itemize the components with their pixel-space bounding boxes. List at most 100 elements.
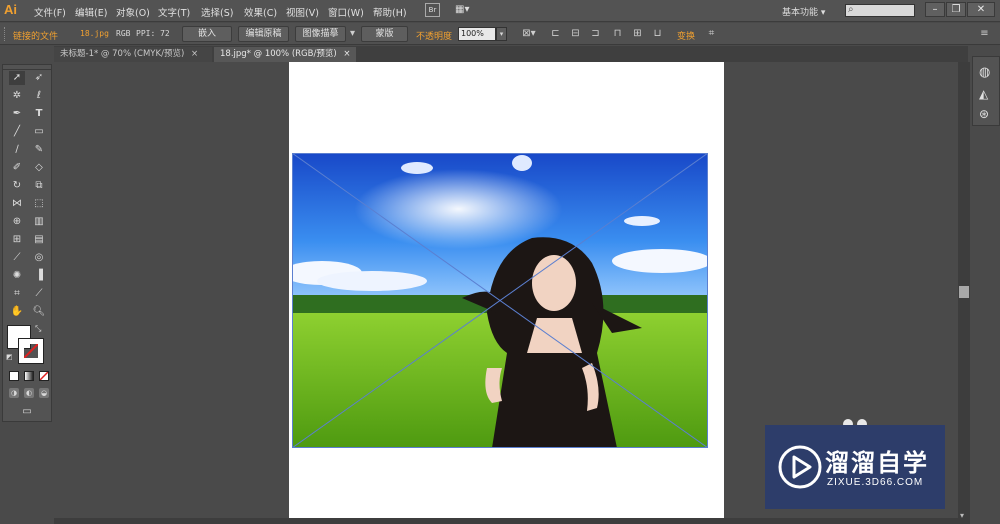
pencil-tool-icon[interactable]: ✎ (31, 143, 47, 157)
column-graph-tool-icon[interactable]: ▐ (31, 269, 47, 283)
shape-builder-tool-icon[interactable]: ⊕ (9, 215, 25, 229)
free-transform-tool-icon[interactable]: ⬚ (31, 197, 47, 211)
tools-panel: ➚ ➶ ✲ ℓ ✒ T ╱ ▭ ∕ ✎ ✐ ◇ ↻ ⧉ ⋈ ⬚ ⊕ ▥ ⊞ ▤ … (2, 64, 52, 422)
search-icon: ⌕ (848, 4, 854, 15)
control-bar: 链接的文件 18.jpg RGB PPI: 72 嵌入 编辑原稿 图像描摹 ▾ … (0, 23, 1000, 45)
edit-original-button[interactable]: 编辑原稿 (238, 26, 289, 42)
menu-object[interactable]: 对象(O) (116, 5, 150, 19)
tab-close-icon[interactable]: × (343, 49, 350, 59)
tab-close-icon[interactable]: × (191, 49, 198, 59)
restore-button[interactable]: ❐ (946, 2, 966, 17)
opacity-dropdown-icon[interactable]: ▾ (496, 27, 507, 41)
stroke-swatch[interactable] (18, 338, 44, 364)
mesh-tool-icon[interactable]: ⊞ (9, 233, 25, 247)
eraser-tool-icon[interactable]: ◇ (31, 161, 47, 175)
transform-link[interactable]: 变换 (677, 29, 695, 42)
draw-inside-icon[interactable]: ◒ (39, 388, 49, 398)
color-mode-button[interactable] (9, 371, 19, 381)
hand-tool-icon[interactable]: ✋ (9, 305, 25, 319)
tab-label: 18.jpg* @ 100% (RGB/预览) (220, 49, 337, 59)
slice-tool-icon[interactable]: ⟋ (31, 287, 47, 301)
embed-button[interactable]: 嵌入 (182, 26, 232, 42)
align-left-icon[interactable]: ⊏ (549, 27, 562, 40)
placed-image[interactable] (292, 153, 708, 448)
opacity-input[interactable]: 100% (458, 27, 496, 41)
align-bottom-icon[interactable]: ⊔ (651, 27, 664, 40)
bridge-button[interactable]: Br (425, 3, 440, 17)
blend-tool-icon[interactable]: ◎ (31, 251, 47, 265)
vertical-scrollbar[interactable]: ▾ (958, 62, 970, 524)
align-vertical-center-icon[interactable]: ⊞ (631, 27, 644, 40)
screen-mode-icon[interactable]: ▭ (18, 406, 36, 418)
rotate-tool-icon[interactable]: ↻ (9, 179, 25, 193)
menu-effect[interactable]: 效果(C) (244, 5, 277, 19)
none-icon (39, 371, 49, 381)
draw-behind-icon[interactable]: ◐ (24, 388, 34, 398)
gradient-mode-button[interactable] (24, 371, 34, 381)
direct-selection-tool-icon[interactable]: ➶ (31, 71, 47, 85)
align-right-icon[interactable]: ⊐ (589, 27, 602, 40)
blob-brush-tool-icon[interactable]: ✐ (9, 161, 25, 175)
zoom-tool-icon[interactable]: 🔍︎ (31, 305, 47, 319)
align-options-icon[interactable]: ⊠▾ (519, 27, 539, 40)
panel-grip[interactable] (4, 27, 6, 41)
appearance-panel-icon[interactable]: ⊛ (979, 107, 989, 121)
menu-view[interactable]: 视图(V) (286, 5, 319, 19)
menu-select[interactable]: 选择(S) (201, 5, 233, 19)
arrange-documents-icon[interactable]: ▦▾ (455, 3, 475, 17)
none-stroke-icon (24, 344, 38, 358)
none-mode-button[interactable] (39, 371, 49, 381)
gradient-tool-icon[interactable]: ▤ (31, 233, 47, 247)
swap-fill-stroke-icon[interactable]: ⤡ (35, 324, 41, 334)
width-tool-icon[interactable]: ⋈ (9, 197, 25, 211)
symbol-sprayer-tool-icon[interactable]: ✺ (9, 269, 25, 283)
image-trace-button[interactable]: 图像描摹 (295, 26, 346, 42)
search-input[interactable]: ⌕ (845, 4, 915, 17)
default-fill-stroke-icon[interactable]: ◩ (6, 353, 13, 361)
artboard-tool-icon[interactable]: ⌗ (9, 287, 25, 301)
linked-file-label[interactable]: 链接的文件 (13, 29, 58, 42)
eyedropper-tool-icon[interactable]: ⟋ (9, 251, 25, 265)
trace-presets-dropdown-icon[interactable]: ▾ (346, 27, 359, 40)
type-tool-icon[interactable]: T (31, 107, 47, 121)
tab-18-jpg[interactable]: 18.jpg* @ 100% (RGB/预览) × (214, 47, 356, 62)
color-panel-icon[interactable]: ◍ (979, 65, 990, 80)
perspective-grid-tool-icon[interactable]: ▥ (31, 215, 47, 229)
draw-normal-icon[interactable]: ◑ (9, 388, 19, 398)
ppi-value: PPI: 72 (136, 29, 170, 38)
tab-untitled-1[interactable]: 未标题-1* @ 70% (CMYK/预览) × (54, 47, 212, 62)
tools-panel-grip[interactable] (3, 65, 51, 70)
watermark-url: ZIXUE.3D66.COM (827, 477, 924, 488)
menu-help[interactable]: 帮助(H) (373, 5, 407, 19)
paintbrush-tool-icon[interactable]: ∕ (9, 143, 25, 157)
isolate-object-icon[interactable]: ⌗ (705, 27, 718, 40)
align-horizontal-center-icon[interactable]: ⊟ (569, 27, 582, 40)
placed-photo (292, 153, 708, 448)
vertical-scroll-thumb[interactable] (959, 286, 969, 298)
line-segment-tool-icon[interactable]: ╱ (9, 125, 25, 139)
close-button[interactable]: ✕ (967, 2, 995, 17)
horizontal-scrollbar[interactable] (54, 518, 958, 524)
pen-tool-icon[interactable]: ✒ (9, 107, 25, 121)
workspace-switcher[interactable]: 基本功能 ▾ (782, 5, 825, 18)
rectangle-tool-icon[interactable]: ▭ (31, 125, 47, 139)
menu-file[interactable]: 文件(F) (34, 5, 66, 19)
scroll-down-icon[interactable]: ▾ (960, 511, 964, 520)
file-name-link[interactable]: 18.jpg (80, 29, 109, 38)
color-guide-panel-icon[interactable]: ◭ (979, 87, 988, 101)
minimize-button[interactable]: – (925, 2, 945, 17)
selection-tool-icon[interactable]: ➚ (9, 71, 25, 85)
align-top-icon[interactable]: ⊓ (611, 27, 624, 40)
color-mode: RGB (116, 29, 131, 38)
menu-bar: Ai 文件(F) 编辑(E) 对象(O) 文字(T) 选择(S) 效果(C) 视… (0, 0, 1000, 22)
magic-wand-tool-icon[interactable]: ✲ (9, 89, 25, 103)
scale-tool-icon[interactable]: ⧉ (31, 179, 47, 193)
workspace-label: 基本功能 (782, 8, 819, 18)
menu-type[interactable]: 文字(T) (158, 5, 190, 19)
menu-window[interactable]: 窗口(W) (328, 5, 364, 19)
opacity-label[interactable]: 不透明度 (416, 29, 452, 42)
panel-menu-icon[interactable]: ≡ (978, 27, 991, 40)
menu-edit[interactable]: 编辑(E) (75, 5, 107, 19)
mask-button[interactable]: 蒙版 (361, 26, 408, 42)
lasso-tool-icon[interactable]: ℓ (31, 89, 47, 103)
